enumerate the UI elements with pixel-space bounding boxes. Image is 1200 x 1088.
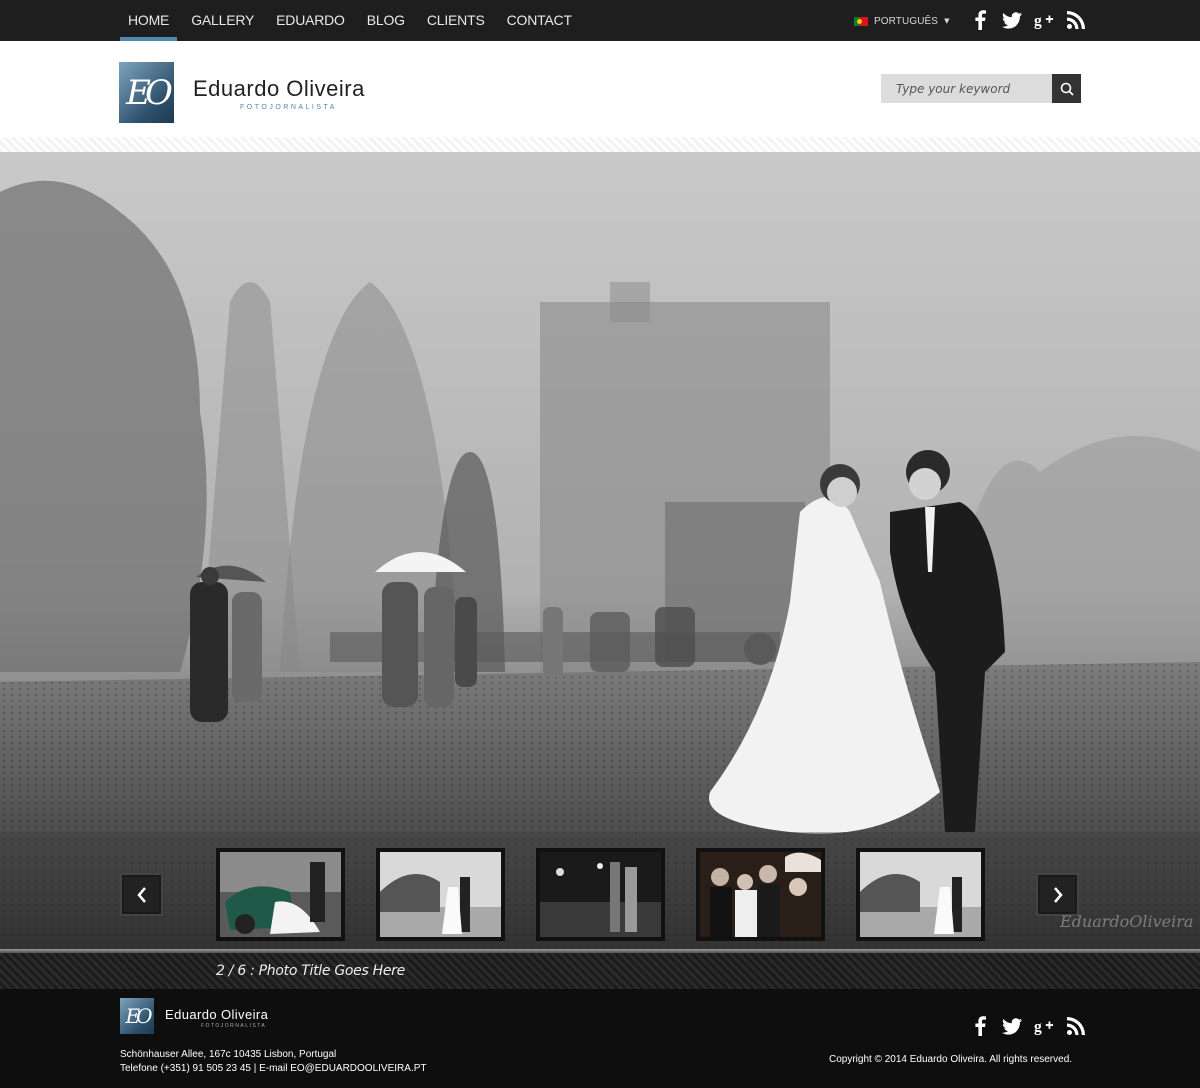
caret-down-icon: ▼ bbox=[944, 17, 950, 25]
next-slide-button[interactable] bbox=[1036, 873, 1079, 916]
logo-name[interactable]: Eduardo Oliveira bbox=[193, 76, 365, 102]
nav-item-home[interactable]: HOME bbox=[120, 0, 178, 41]
rss-icon[interactable] bbox=[1066, 1016, 1086, 1036]
social-links-header: g bbox=[970, 10, 1086, 30]
photo-caption: 2 / 6 : Photo Title Goes Here bbox=[216, 963, 405, 979]
footer-logo-monogram[interactable]: EO bbox=[120, 998, 154, 1034]
thumbnail-2-image bbox=[380, 852, 501, 937]
logo-monogram-text: EO bbox=[126, 72, 173, 113]
search-form bbox=[881, 74, 1081, 103]
caption-bar: 2 / 6 : Photo Title Goes Here bbox=[0, 953, 1200, 989]
thumbnail-2[interactable] bbox=[376, 848, 505, 941]
portugal-flag-icon bbox=[854, 16, 868, 26]
thumbnail-3-image bbox=[540, 852, 661, 937]
svg-text:g: g bbox=[1034, 12, 1042, 29]
google-plus-icon[interactable]: g bbox=[1034, 1016, 1054, 1036]
top-navigation-bar: HOME GALLERY EDUARDO BLOG CLIENTS CONTAC… bbox=[0, 0, 1200, 41]
footer-logo-monogram-text: EO bbox=[125, 1004, 153, 1028]
thumbnail-5-image bbox=[860, 852, 981, 937]
facebook-icon[interactable] bbox=[970, 10, 990, 30]
twitter-icon[interactable] bbox=[1002, 1016, 1022, 1036]
nav-item-blog[interactable]: BLOG bbox=[359, 0, 413, 41]
site-header: EO Eduardo Oliveira FOTOJORNALISTA bbox=[0, 41, 1200, 137]
logo-tagline: FOTOJORNALISTA bbox=[240, 104, 337, 111]
footer-address-block: Schönhauser Allee, 167c 10435 Lisbon, Po… bbox=[120, 1048, 427, 1076]
thumbnail-1[interactable] bbox=[216, 848, 345, 941]
svg-text:g: g bbox=[1034, 1018, 1042, 1035]
chevron-left-icon bbox=[136, 886, 146, 903]
hero-slideshow: EduardoOliveira bbox=[0, 152, 1200, 949]
nav-item-eduardo[interactable]: EDUARDO bbox=[268, 0, 353, 41]
footer-logo-tagline: FOTOJORNALISTA bbox=[201, 1023, 267, 1029]
footer-logo-name[interactable]: Eduardo Oliveira bbox=[165, 1007, 268, 1022]
footer-contact: Telefone (+351) 91 505 23 45 | E-mail EO… bbox=[120, 1063, 427, 1074]
nav-item-contact[interactable]: CONTACT bbox=[499, 0, 580, 41]
search-input[interactable] bbox=[881, 74, 1052, 103]
previous-slide-button[interactable] bbox=[120, 873, 163, 916]
photographer-signature: EduardoOliveira bbox=[1060, 912, 1194, 931]
thumbnail-5[interactable] bbox=[856, 848, 985, 941]
rss-icon[interactable] bbox=[1066, 10, 1086, 30]
copyright-text: Copyright © 2014 Eduardo Oliveira. All r… bbox=[829, 1054, 1073, 1065]
nav-item-gallery[interactable]: GALLERY bbox=[183, 0, 262, 41]
chevron-right-icon bbox=[1053, 886, 1063, 903]
thumbnail-4-image bbox=[700, 852, 821, 937]
social-links-footer: g bbox=[970, 1016, 1086, 1036]
google-plus-icon[interactable]: g bbox=[1034, 10, 1054, 30]
hero-photo bbox=[0, 152, 1200, 949]
language-selector[interactable]: PORTUGUÊS ▼ bbox=[854, 14, 949, 28]
search-icon bbox=[1060, 82, 1074, 96]
nav-item-clients[interactable]: CLIENTS bbox=[419, 0, 493, 41]
site-footer: EO Eduardo Oliveira FOTOJORNALISTA Schön… bbox=[0, 989, 1200, 1088]
facebook-icon[interactable] bbox=[970, 1016, 990, 1036]
footer-address: Schönhauser Allee, 167c 10435 Lisbon, Po… bbox=[120, 1049, 337, 1060]
main-nav: HOME GALLERY EDUARDO BLOG CLIENTS CONTAC… bbox=[120, 0, 586, 41]
thumbnail-4[interactable] bbox=[696, 848, 825, 941]
thumbnail-3[interactable] bbox=[536, 848, 665, 941]
logo-monogram[interactable]: EO bbox=[119, 62, 174, 123]
header-divider bbox=[0, 137, 1200, 152]
thumbnail-1-image bbox=[220, 852, 341, 937]
language-label: PORTUGUÊS bbox=[874, 15, 939, 27]
twitter-icon[interactable] bbox=[1002, 10, 1022, 30]
search-button[interactable] bbox=[1052, 74, 1081, 103]
